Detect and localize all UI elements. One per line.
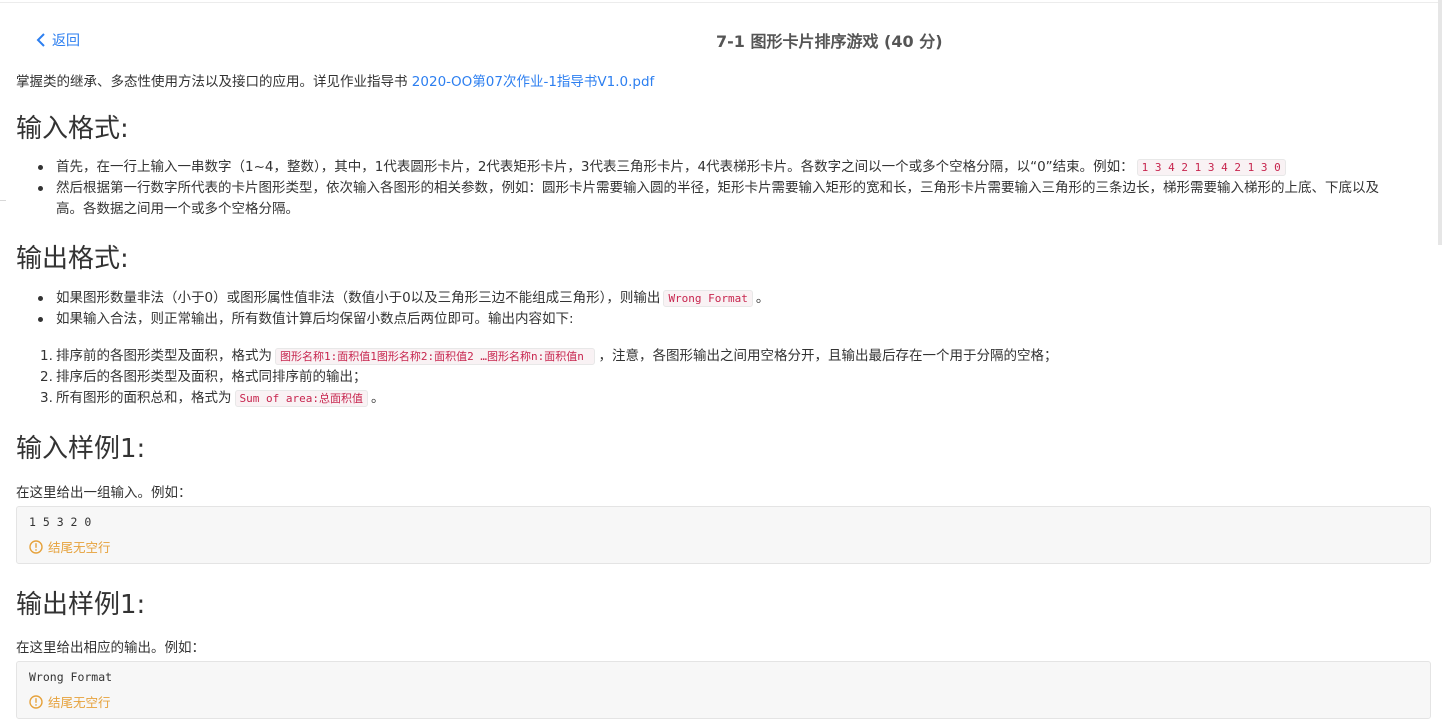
guide-pdf-link[interactable]: 2020-OO第07次作业-1指导书V1.0.pdf (412, 74, 655, 90)
output-bullet1-pre: 如果图形数量非法（小于0）或图形属性值非法（数值小于0以及三角形三边不能组成三角… (56, 290, 661, 306)
problem-description: 掌握类的继承、多态性使用方法以及接口的应用。详见作业指导书 2020-OO第07… (16, 70, 654, 90)
step3-pre: 所有图形的面积总和，格式为 (56, 390, 232, 406)
description-text: 掌握类的继承、多态性使用方法以及接口的应用。详见作业指导书 (16, 74, 408, 90)
sample-input-box[interactable]: 1 5 3 2 0 结尾无空行 (16, 506, 1431, 564)
step1-pre: 排序前的各图形类型及面积，格式为 (56, 348, 272, 364)
sample-output-box[interactable]: Wrong Format 结尾无空行 (16, 661, 1431, 719)
sample-input-label: 在这里给出一组输入。例如： (16, 485, 192, 501)
input-format-list: 首先，在一行上输入一串数字（1~4，整数），其中，1代表圆形卡片，2代表矩形卡片… (16, 157, 1431, 220)
list-item: 然后根据第一行数字所代表的卡片图形类型，依次输入各图形的相关参数，例如：圆形卡片… (16, 178, 1431, 220)
input-format-item2-line1: 然后根据第一行数字所代表的卡片图形类型，依次输入各图形的相关参数，例如：圆形卡片… (56, 180, 1379, 196)
step3-post: 。 (370, 390, 385, 406)
sample-output-heading: 输出样例1: (16, 590, 146, 620)
chevron-left-icon (36, 33, 45, 47)
problem-header: 返回 7-1 图形卡片排序游戏 (40 分) (16, 24, 1431, 56)
list-item: 首先，在一行上输入一串数字（1~4，整数），其中，1代表圆形卡片，2代表矩形卡片… (16, 157, 1431, 178)
list-item: 2. 排序后的各图形类型及面积，格式同排序前的输出； (16, 367, 1431, 388)
warning-circle-icon (29, 694, 43, 709)
input-example-code: 1 3 4 2 1 3 4 2 1 3 0 (1136, 159, 1286, 176)
input-format-item2-line2: 高。各数据之间用一个或多个空格分隔。 (56, 201, 299, 217)
warning-text: 结尾无空行 (48, 695, 111, 710)
step-number: 3. (40, 390, 53, 406)
back-button[interactable]: 返回 (36, 30, 80, 50)
list-item: 3. 所有图形的面积总和，格式为 Sum of area:总面积值。 (16, 388, 1431, 409)
sample-output-label: 在这里给出相应的输出。例如： (16, 640, 205, 656)
wrong-format-code: Wrong Format (663, 290, 753, 307)
sample-output-warning: 结尾无空行 (29, 692, 111, 711)
output-format-heading: 输出格式: (16, 244, 129, 274)
input-format-item1-text: 首先，在一行上输入一串数字（1~4，整数），其中，1代表圆形卡片，2代表矩形卡片… (56, 159, 1134, 175)
output-steps-list: 1. 排序前的各图形类型及面积，格式为 图形名称1:面积值1图形名称2:面积值2 …… (16, 346, 1431, 409)
page-title: 7-1 图形卡片排序游戏 (40 分) (716, 32, 943, 51)
output-bullet2: 如果输入合法，则正常输出，所有数值计算后均保留小数点后两位即可。输出内容如下: (56, 311, 574, 327)
problem-page: 返回 7-1 图形卡片排序游戏 (40 分) 掌握类的继承、多态性使用方法以及接… (16, 0, 1431, 722)
sample-input-heading: 输入样例1: (16, 434, 146, 464)
step3-code: Sum of area:总面积值 (234, 390, 368, 407)
step1-code: 图形名称1:面积值1图形名称2:面积值2 …图形名称n:面积值n (275, 348, 596, 365)
list-item: 如果图形数量非法（小于0）或图形属性值非法（数值小于0以及三角形三边不能组成三角… (16, 288, 1431, 309)
step1-post: ，注意，各图形输出之间用空格分开，且输出最后存在一个用于分隔的空格； (598, 348, 1058, 364)
step-number: 2. (40, 369, 53, 385)
step2-text: 排序后的各图形类型及面积，格式同排序前的输出； (56, 369, 367, 385)
output-bullet1-post: 。 (755, 290, 770, 306)
sample-input-code: 1 5 3 2 0 (29, 515, 92, 529)
sample-output-code: Wrong Format (29, 670, 113, 684)
scrollbar[interactable] (1438, 0, 1442, 245)
output-format-list: 如果图形数量非法（小于0）或图形属性值非法（数值小于0以及三角形三边不能组成三角… (16, 288, 1431, 330)
input-format-heading: 输入格式: (16, 114, 129, 144)
warning-circle-icon (29, 539, 43, 554)
sample-input-warning: 结尾无空行 (29, 537, 111, 556)
list-item: 1. 排序前的各图形类型及面积，格式为 图形名称1:面积值1图形名称2:面积值2 …… (16, 346, 1431, 367)
left-edge-mark (0, 200, 6, 201)
warning-text: 结尾无空行 (48, 540, 111, 555)
step-number: 1. (40, 348, 53, 364)
list-item: 如果输入合法，则正常输出，所有数值计算后均保留小数点后两位即可。输出内容如下: (16, 309, 1431, 330)
back-label: 返回 (52, 33, 80, 49)
